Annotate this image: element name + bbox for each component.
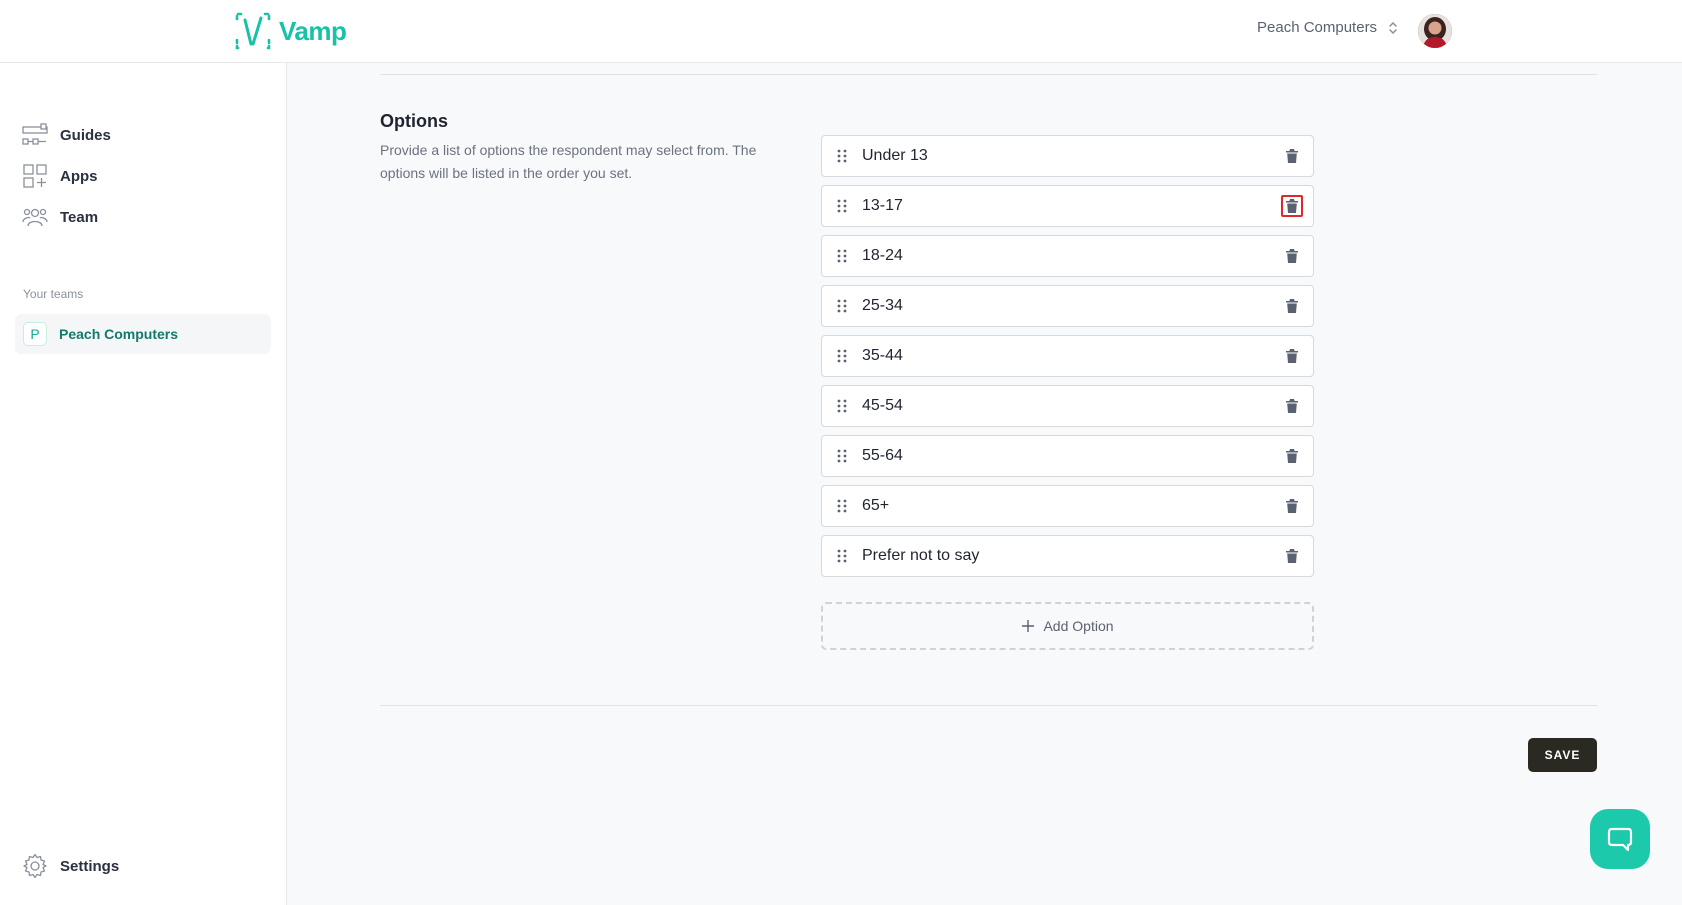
user-avatar-image (1418, 14, 1452, 48)
trash-icon (1286, 299, 1298, 313)
option-row[interactable]: 13-17 (821, 185, 1314, 227)
option-text[interactable]: Prefer not to say (862, 547, 1313, 565)
guides-icon (22, 123, 48, 145)
sidebar-item-label: Guides (60, 126, 111, 144)
option-row[interactable]: 25-34 (821, 285, 1314, 327)
trash-icon (1286, 549, 1298, 563)
delete-option-button[interactable] (1281, 445, 1303, 467)
option-row[interactable]: Prefer not to say (821, 535, 1314, 577)
delete-option-button[interactable] (1281, 345, 1303, 367)
vamp-logo-icon (235, 12, 271, 50)
trash-icon (1286, 249, 1298, 263)
drag-handle-icon[interactable] (836, 499, 848, 513)
options-title: Options (380, 111, 448, 131)
drag-handle-icon[interactable] (836, 299, 848, 313)
sidebar-item-settings[interactable]: Settings (22, 853, 119, 879)
option-row[interactable]: 45-54 (821, 385, 1314, 427)
option-text[interactable]: 35-44 (862, 347, 1313, 365)
sidebar-item-label: Settings (60, 857, 120, 875)
add-option-button[interactable]: Add Option (821, 602, 1314, 650)
chevron-up-down-icon (1389, 21, 1397, 34)
trash-icon (1286, 449, 1298, 463)
delete-option-button[interactable] (1281, 495, 1303, 517)
trash-icon (1286, 399, 1298, 413)
drag-handle-icon[interactable] (836, 399, 848, 413)
trash-icon (1286, 199, 1298, 213)
sidebar-team-peach-computers[interactable]: P Peach Computers (15, 314, 271, 354)
drag-handle-icon[interactable] (836, 349, 848, 363)
drag-handle-icon[interactable] (836, 449, 848, 463)
options-description: Provide a list of options the respondent… (380, 142, 757, 181)
option-row[interactable]: 65+ (821, 485, 1314, 527)
save-button[interactable]: SAVE (1528, 738, 1597, 772)
apps-icon (23, 164, 47, 188)
delete-option-button[interactable] (1281, 195, 1303, 217)
delete-option-button[interactable] (1281, 245, 1303, 267)
option-text[interactable]: 55-64 (862, 447, 1313, 465)
option-row[interactable]: 18-24 (821, 235, 1314, 277)
delete-option-button[interactable] (1281, 545, 1303, 567)
option-text[interactable]: Under 13 (862, 147, 1313, 165)
divider (380, 705, 1597, 706)
sidebar-item-label: Apps (60, 167, 98, 185)
option-text[interactable]: 45-54 (862, 397, 1313, 415)
team-switcher[interactable]: Peach Computers (1257, 19, 1399, 36)
trash-icon (1286, 349, 1298, 363)
drag-handle-icon[interactable] (836, 149, 848, 163)
drag-handle-icon[interactable] (836, 549, 848, 563)
plus-icon (1022, 620, 1035, 632)
main-content: Options Provide a list of options the re… (287, 63, 1682, 905)
option-text[interactable]: 13-17 (862, 197, 1313, 215)
options-list: Under 13 13-17 18-24 25-34 35-44 45-54 5… (821, 135, 1314, 585)
trash-icon (1286, 499, 1298, 513)
option-row[interactable]: Under 13 (821, 135, 1314, 177)
trash-icon (1286, 149, 1298, 163)
gear-icon (23, 853, 47, 879)
option-row[interactable]: 55-64 (821, 435, 1314, 477)
option-text[interactable]: 18-24 (862, 247, 1313, 265)
delete-option-button[interactable] (1281, 295, 1303, 317)
sidebar: Guides Apps Team Your teams P Peach Comp… (0, 63, 287, 905)
sidebar-item-team[interactable]: Team (22, 204, 98, 230)
team-name: Peach Computers (59, 326, 179, 342)
top-bar: Vamp Peach Computers (0, 0, 1682, 63)
team-badge: P (23, 322, 47, 346)
sidebar-item-label: Team (60, 208, 99, 226)
user-avatar[interactable] (1418, 14, 1452, 48)
sidebar-item-guides[interactable]: Guides (22, 122, 111, 148)
help-chat-button[interactable] (1590, 809, 1650, 869)
delete-option-button[interactable] (1281, 145, 1303, 167)
option-text[interactable]: 65+ (862, 497, 1313, 515)
drag-handle-icon[interactable] (836, 199, 848, 213)
add-option-label: Add Option (1043, 618, 1114, 634)
divider (380, 74, 1597, 75)
brand-name: Vamp (279, 15, 347, 46)
team-icon (22, 208, 48, 227)
your-teams-label: Your teams (23, 287, 84, 301)
team-switcher-label: Peach Computers (1257, 19, 1378, 36)
chat-icon (1607, 827, 1633, 852)
vamp-logo[interactable]: Vamp (235, 12, 347, 50)
option-text[interactable]: 25-34 (862, 297, 1313, 315)
delete-option-button[interactable] (1281, 395, 1303, 417)
option-row[interactable]: 35-44 (821, 335, 1314, 377)
sidebar-item-apps[interactable]: Apps (22, 163, 98, 189)
drag-handle-icon[interactable] (836, 249, 848, 263)
